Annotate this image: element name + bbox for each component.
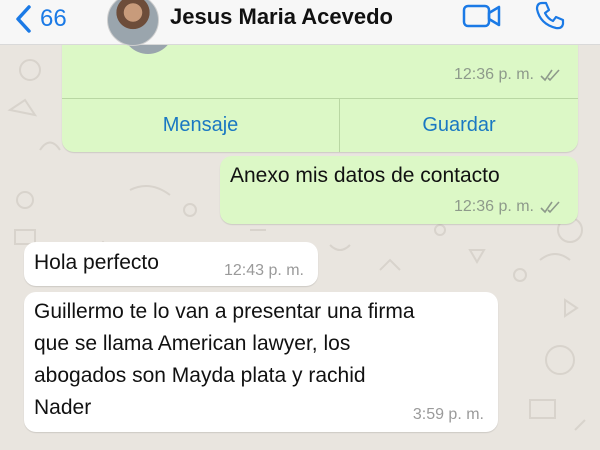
message-line: que se llama American lawyer, los: [34, 332, 351, 355]
message-line: abogados son Mayda plata y rachid: [34, 364, 366, 387]
message-text: Hola perfecto: [34, 251, 159, 274]
outgoing-message-bubble[interactable]: Anexo mis datos de contacto 12:36 p. m.: [220, 156, 578, 224]
message-meta: 12:36 p. m.: [454, 66, 562, 84]
incoming-message-bubble[interactable]: Guillermo te lo van a presentar una firm…: [24, 292, 498, 432]
back-button[interactable]: 66: [14, 4, 67, 34]
message-time: 12:36 p. m.: [453, 198, 534, 215]
message-time: 12:36 p. m.: [453, 66, 534, 83]
chevron-left-icon: [16, 5, 31, 33]
message-contact-button[interactable]: Mensaje: [62, 98, 339, 152]
message-time: 3:59 p. m.: [412, 406, 484, 423]
message-text: Anexo mis datos de contacto: [230, 164, 500, 187]
chat-header: 66 Jesus Maria Acevedo: [0, 0, 600, 46]
contact-name[interactable]: Jesus Maria Acevedo: [170, 4, 393, 30]
unread-count: 66: [40, 5, 67, 32]
save-contact-button[interactable]: Guardar: [340, 98, 578, 152]
message-meta: 12:43 p. m.: [224, 262, 304, 280]
double-check-icon: [540, 69, 560, 82]
message-line: Guillermo te lo van a presentar una firm…: [34, 300, 415, 323]
message-text: Guillermo te lo van a presentar una firm…: [34, 296, 494, 424]
video-camera-icon[interactable]: [462, 2, 502, 30]
message-meta: 12:36 p. m.: [454, 198, 562, 216]
contact-avatar[interactable]: [107, 0, 159, 46]
message-time: 12:43 p. m.: [223, 262, 304, 279]
incoming-message-bubble[interactable]: Hola perfecto 12:43 p. m.: [24, 242, 318, 286]
phone-icon[interactable]: [534, 0, 566, 32]
double-check-icon: [540, 201, 560, 214]
message-meta: 3:59 p. m.: [413, 406, 484, 424]
